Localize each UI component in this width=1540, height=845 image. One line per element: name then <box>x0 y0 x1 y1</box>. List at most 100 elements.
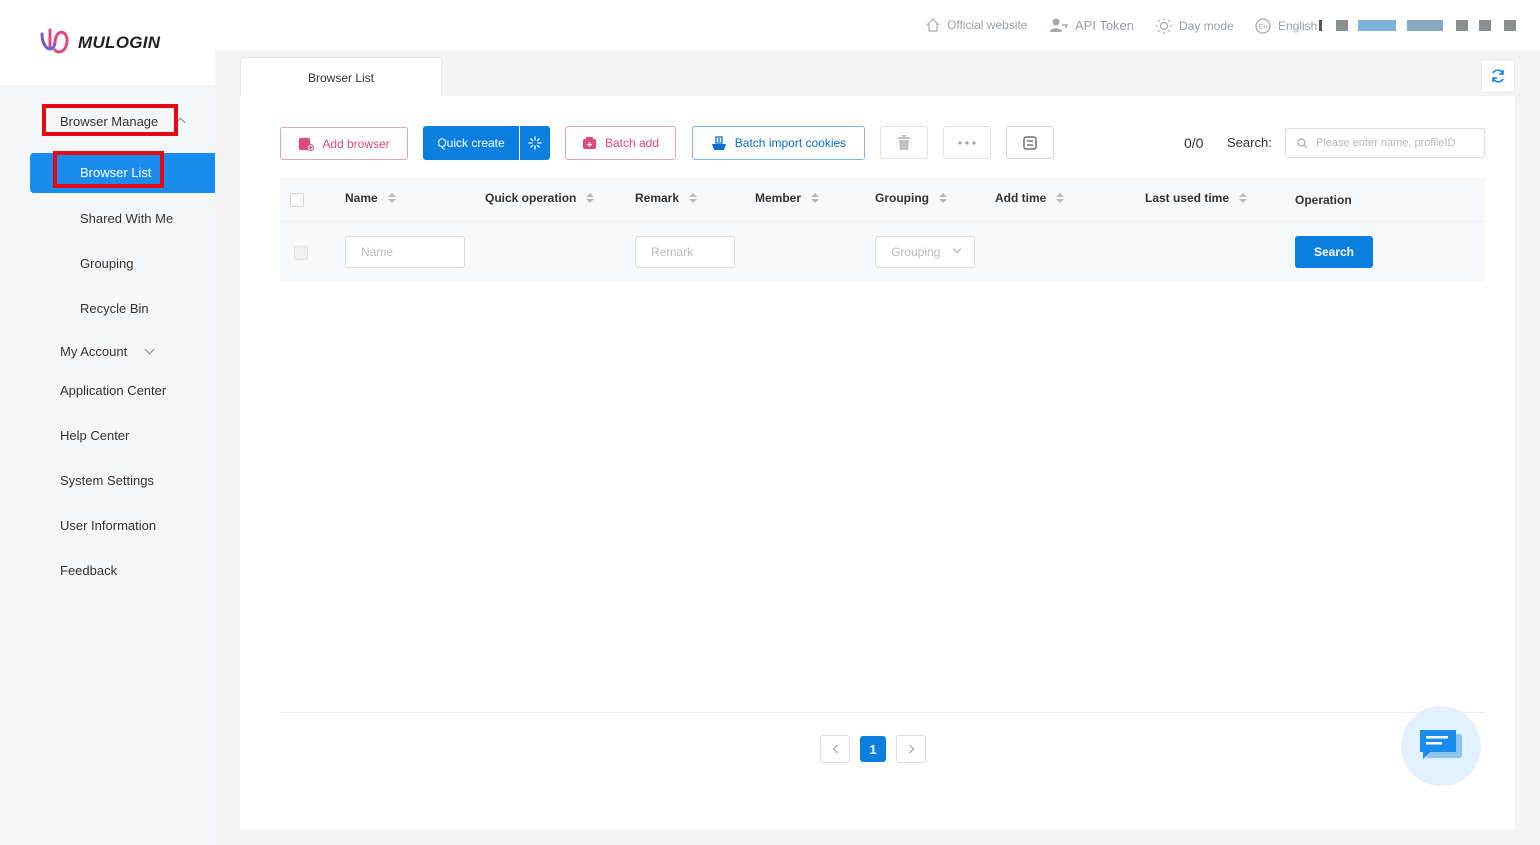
highlight-box-browser-list <box>53 151 164 188</box>
remark-filter-input[interactable] <box>635 236 735 268</box>
filter-search-button[interactable]: Search <box>1295 236 1373 268</box>
language-selector[interactable]: En English <box>1254 17 1317 35</box>
column-header-label: Member <box>755 191 802 205</box>
chevron-down-icon <box>144 344 155 355</box>
highlight-box-browser-manage <box>42 104 178 136</box>
add-browser-icon <box>299 137 315 151</box>
mulogin-logo-icon <box>40 28 69 54</box>
add-browser-button[interactable]: Add browser <box>280 127 408 160</box>
batch-add-button[interactable]: Batch add <box>565 126 676 160</box>
official-website-label: Official website <box>947 18 1028 32</box>
column-header-grouping[interactable]: Grouping <box>875 191 947 205</box>
logo-text: MULOGIN <box>78 33 161 52</box>
sort-icon <box>1056 193 1065 203</box>
official-website-link[interactable]: Official website <box>925 17 1027 33</box>
redacted-block <box>1504 20 1516 31</box>
nav-my-account[interactable]: My Account <box>60 344 155 359</box>
api-token-label: API Token <box>1075 17 1135 33</box>
trash-icon <box>898 135 910 150</box>
column-settings-icon <box>1023 135 1037 150</box>
nav-feedback[interactable]: Feedback <box>60 563 117 578</box>
chat-support-button[interactable] <box>1401 706 1481 786</box>
batch-import-cookies-label: Batch import cookies <box>734 136 847 150</box>
refresh-button[interactable] <box>1481 59 1515 93</box>
sort-icon <box>689 193 698 203</box>
chat-icon <box>1420 730 1462 759</box>
api-token-icon <box>1050 18 1068 32</box>
sidebar-item-shared-with-me[interactable]: Shared With Me <box>80 211 173 226</box>
nav-help-center[interactable]: Help Center <box>60 428 129 443</box>
add-browser-label: Add browser <box>322 136 390 151</box>
day-mode-toggle[interactable]: Day mode <box>1155 17 1234 35</box>
redacted-block <box>1407 20 1443 31</box>
sort-icon <box>586 193 595 203</box>
column-header-label: Last used time <box>1145 191 1230 205</box>
column-header-operation: Operation <box>1295 193 1352 207</box>
chevron-down-icon <box>952 244 962 254</box>
batch-add-icon <box>582 137 596 149</box>
filter-row-checkbox <box>294 246 308 260</box>
prev-page-button[interactable] <box>820 735 850 763</box>
nav-user-information[interactable]: User Information <box>60 518 156 533</box>
search-icon <box>1297 138 1308 149</box>
nav-my-account-label: My Account <box>60 344 128 359</box>
svg-text:En: En <box>1259 24 1268 31</box>
redacted-block <box>1456 20 1468 31</box>
more-button[interactable] <box>943 126 991 159</box>
search-label: Search: <box>1227 135 1272 150</box>
nav-application-center[interactable]: Application Center <box>60 383 166 398</box>
sort-icon <box>939 193 947 203</box>
column-header-label: Grouping <box>875 191 929 205</box>
column-header-label: Remark <box>635 191 680 205</box>
batch-import-cookies-button[interactable]: Batch import cookies <box>692 126 865 160</box>
language-icon: En <box>1255 18 1271 34</box>
more-dots-icon <box>958 140 976 145</box>
result-count: 0/0 <box>1184 135 1204 151</box>
grouping-filter-select[interactable]: Grouping <box>875 236 975 268</box>
chevron-left-icon <box>832 744 841 754</box>
redacted-block <box>1479 20 1491 31</box>
batch-add-label: Batch add <box>604 136 660 150</box>
import-cookies-icon <box>711 135 726 150</box>
column-header-label: Quick operation <box>485 191 577 205</box>
grouping-filter-placeholder: Grouping <box>891 245 941 259</box>
column-header-add-time[interactable]: Add time <box>995 191 1065 205</box>
language-label: English <box>1278 19 1318 33</box>
api-token-link[interactable]: API Token <box>1049 17 1134 33</box>
redacted-block <box>1336 20 1348 31</box>
sparkle-icon <box>528 136 542 150</box>
delete-button[interactable] <box>880 126 928 159</box>
column-header-label: Add time <box>995 191 1047 205</box>
quick-create-label: Quick create <box>437 136 505 150</box>
sidebar-item-recycle-bin[interactable]: Recycle Bin <box>80 301 149 316</box>
day-mode-label: Day mode <box>1179 19 1234 33</box>
column-header-last-used-time[interactable]: Last used time <box>1145 191 1248 205</box>
nav-system-settings[interactable]: System Settings <box>60 473 154 488</box>
sort-icon <box>1239 193 1248 203</box>
column-settings-button[interactable] <box>1006 126 1054 159</box>
column-header-label: Operation <box>1295 193 1352 207</box>
divider <box>280 712 1485 713</box>
column-header-quick-operation[interactable]: Quick operation <box>485 191 595 205</box>
redacted-block <box>1319 20 1322 31</box>
tab-browser-list[interactable]: Browser List <box>240 57 442 97</box>
sun-icon <box>1156 18 1172 34</box>
search-input[interactable] <box>1285 128 1485 158</box>
home-icon <box>926 18 940 32</box>
redacted-block <box>1358 20 1396 31</box>
column-header-member[interactable]: Member <box>755 191 820 205</box>
name-filter-input[interactable] <box>345 236 465 268</box>
sidebar-item-grouping[interactable]: Grouping <box>80 256 133 271</box>
chevron-right-icon <box>905 744 914 754</box>
quick-create-button[interactable]: Quick create <box>423 126 519 160</box>
page-number-current[interactable]: 1 <box>860 736 886 762</box>
logo-area: MULOGIN <box>0 0 215 85</box>
quick-create-options-button[interactable] <box>520 126 550 160</box>
sort-icon <box>811 193 820 203</box>
column-header-label: Name <box>345 191 378 205</box>
column-header-remark[interactable]: Remark <box>635 191 698 205</box>
column-header-name[interactable]: Name <box>345 191 396 205</box>
sort-icon <box>387 193 396 203</box>
next-page-button[interactable] <box>896 735 926 763</box>
select-all-checkbox[interactable] <box>290 193 304 207</box>
